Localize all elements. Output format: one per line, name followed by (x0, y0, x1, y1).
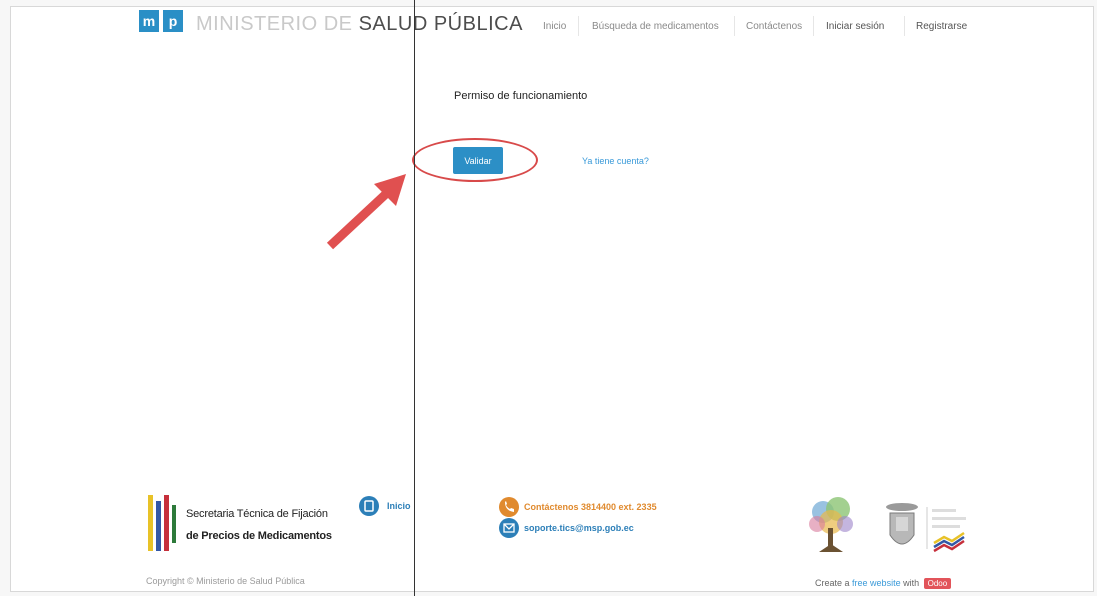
logo-m-icon[interactable]: m (139, 10, 159, 32)
page-title: Permiso de funcionamiento (454, 90, 588, 102)
website-credit: Create a free website with Odoo (815, 578, 952, 589)
stfpm-logo-icon (148, 495, 176, 551)
email-icon (499, 518, 519, 538)
footer-org-line2: de Precios de Medicamentos (186, 530, 332, 542)
credit-prefix: Create a (815, 578, 850, 588)
logo-p-icon[interactable]: p (163, 10, 183, 32)
credit-with: with (903, 578, 920, 588)
footer-org-line1: Secretaria Técnica de Fijación (186, 508, 328, 520)
validate-button[interactable]: Validar (453, 147, 503, 174)
red-arrow-annotation-icon (326, 174, 406, 250)
footer-phone: Contáctenos 3814400 ext. 2335 (524, 502, 657, 512)
nav-divider (813, 16, 814, 36)
home-icon (359, 496, 379, 516)
brand-title-light: MINISTERIO DE (196, 13, 359, 35)
footer-email-link[interactable]: soporte.tics@msp.gob.ec (524, 523, 634, 533)
gobierno-ecuador-logo-icon (886, 503, 966, 553)
nav-inicio[interactable]: Inicio (543, 21, 566, 32)
tree-logo-icon (809, 497, 853, 552)
nav-divider (904, 16, 905, 36)
account-link[interactable]: Ya tiene cuenta? (582, 156, 649, 166)
nav-divider (734, 16, 735, 36)
nav-contactenos[interactable]: Contáctenos (746, 21, 802, 32)
nav-divider (578, 16, 579, 36)
copyright-text: Copyright © Ministerio de Salud Pública (146, 576, 305, 586)
nav-busqueda-medicamentos[interactable]: Búsqueda de medicamentos (592, 21, 719, 32)
vertical-divider-line (414, 0, 415, 596)
footer-inicio-link[interactable]: Inicio (387, 501, 411, 511)
free-website-link[interactable]: free website (852, 578, 901, 588)
nav-iniciar-sesion[interactable]: Iniciar sesión (826, 21, 884, 32)
brand-title[interactable]: MINISTERIO DE SALUD PÚBLICA (196, 13, 523, 36)
brand-title-dark: SALUD PÚBLICA (358, 13, 523, 35)
phone-icon (499, 497, 519, 517)
odoo-badge[interactable]: Odoo (923, 578, 952, 589)
nav-registrarse[interactable]: Registrarse (916, 21, 967, 32)
